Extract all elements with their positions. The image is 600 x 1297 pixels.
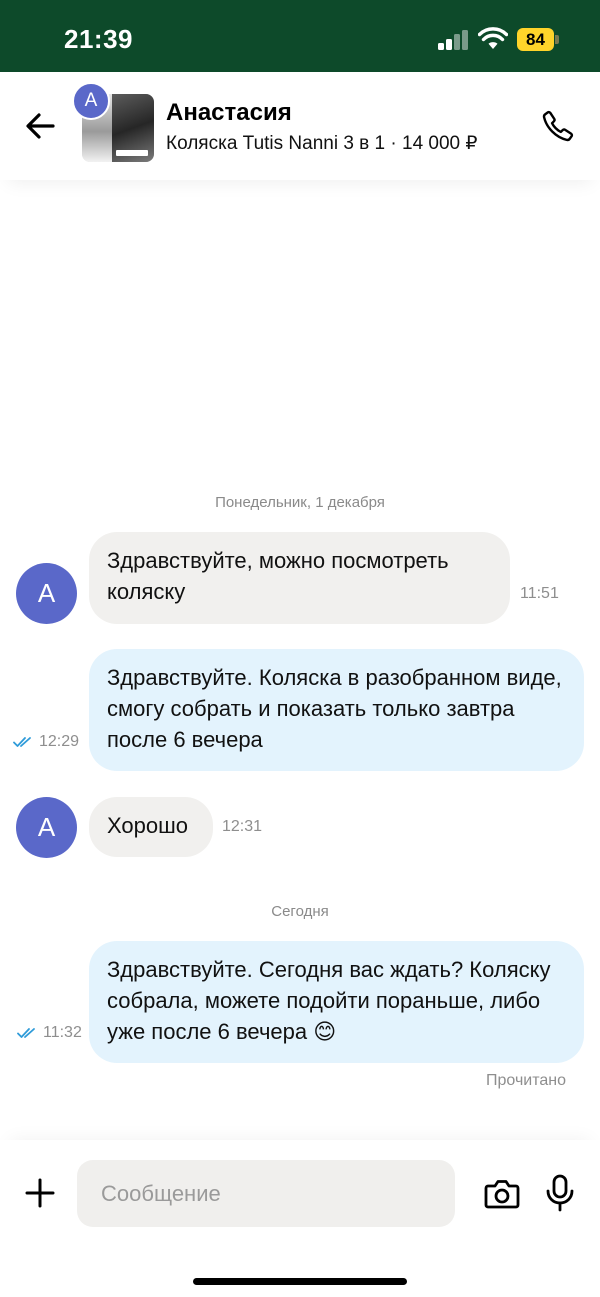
wifi-icon xyxy=(478,27,508,49)
listing-title[interactable]: Коляска Tutis Nanni 3 в 1 · 14 000 ₽ xyxy=(166,132,478,155)
message-text: Здравствуйте. Сегодня вас ждать? Коляску… xyxy=(107,957,551,1044)
date-separator: Понедельник, 1 декабря xyxy=(215,494,385,511)
voice-message-button[interactable] xyxy=(540,1172,580,1214)
battery-level: 84 xyxy=(517,28,554,51)
status-time: 21:39 xyxy=(64,24,133,54)
message-time: 11:51 xyxy=(520,585,559,602)
message-bubble-incoming[interactable]: Здравствуйте, можно посмотреть коляску xyxy=(89,532,510,624)
seller-avatar[interactable]: А xyxy=(72,82,110,120)
read-status: Прочитано xyxy=(486,1072,566,1089)
contact-name[interactable]: Анастасия xyxy=(166,99,292,127)
message-bubble-outgoing[interactable]: Здравствуйте. Коляска в разобранном виде… xyxy=(89,649,584,771)
double-check-icon xyxy=(13,736,31,747)
back-button[interactable] xyxy=(20,106,60,146)
date-separator: Сегодня xyxy=(271,903,329,920)
message-bubble-incoming[interactable]: Хорошо xyxy=(89,797,213,857)
camera-button[interactable] xyxy=(482,1174,522,1214)
phone-icon xyxy=(542,110,574,142)
avatar[interactable]: А xyxy=(16,563,77,624)
call-button[interactable] xyxy=(538,106,578,146)
message-composer xyxy=(0,1140,600,1297)
double-check-icon xyxy=(17,1027,35,1038)
status-bar: 21:39 84 xyxy=(0,0,600,72)
message-time: 12:31 xyxy=(222,818,263,835)
signal-icon xyxy=(438,30,470,50)
battery-icon: 84 xyxy=(517,28,559,51)
camera-icon xyxy=(484,1180,520,1209)
message-time-status: 11:32 xyxy=(17,1024,82,1042)
message-input[interactable] xyxy=(77,1160,455,1227)
home-indicator xyxy=(193,1278,407,1285)
message-text: Хорошо xyxy=(107,813,189,838)
message-time: 12:29 xyxy=(39,733,80,750)
chat-header: А Анастасия Коляска Tutis Nanni 3 в 1 · … xyxy=(0,72,600,180)
avatar[interactable]: А xyxy=(16,797,77,858)
message-text: Здравствуйте. Коляска в разобранном виде… xyxy=(107,665,562,752)
microphone-icon xyxy=(546,1174,574,1212)
back-arrow-icon xyxy=(26,113,55,139)
message-time-status: 12:29 xyxy=(13,733,79,751)
message-text: Здравствуйте, можно посмотреть коляску xyxy=(107,548,449,604)
plus-icon xyxy=(25,1178,55,1208)
attach-button[interactable] xyxy=(20,1173,60,1213)
message-time: 11:32 xyxy=(43,1024,82,1041)
message-bubble-outgoing[interactable]: Здравствуйте. Сегодня вас ждать? Коляску… xyxy=(89,941,584,1063)
